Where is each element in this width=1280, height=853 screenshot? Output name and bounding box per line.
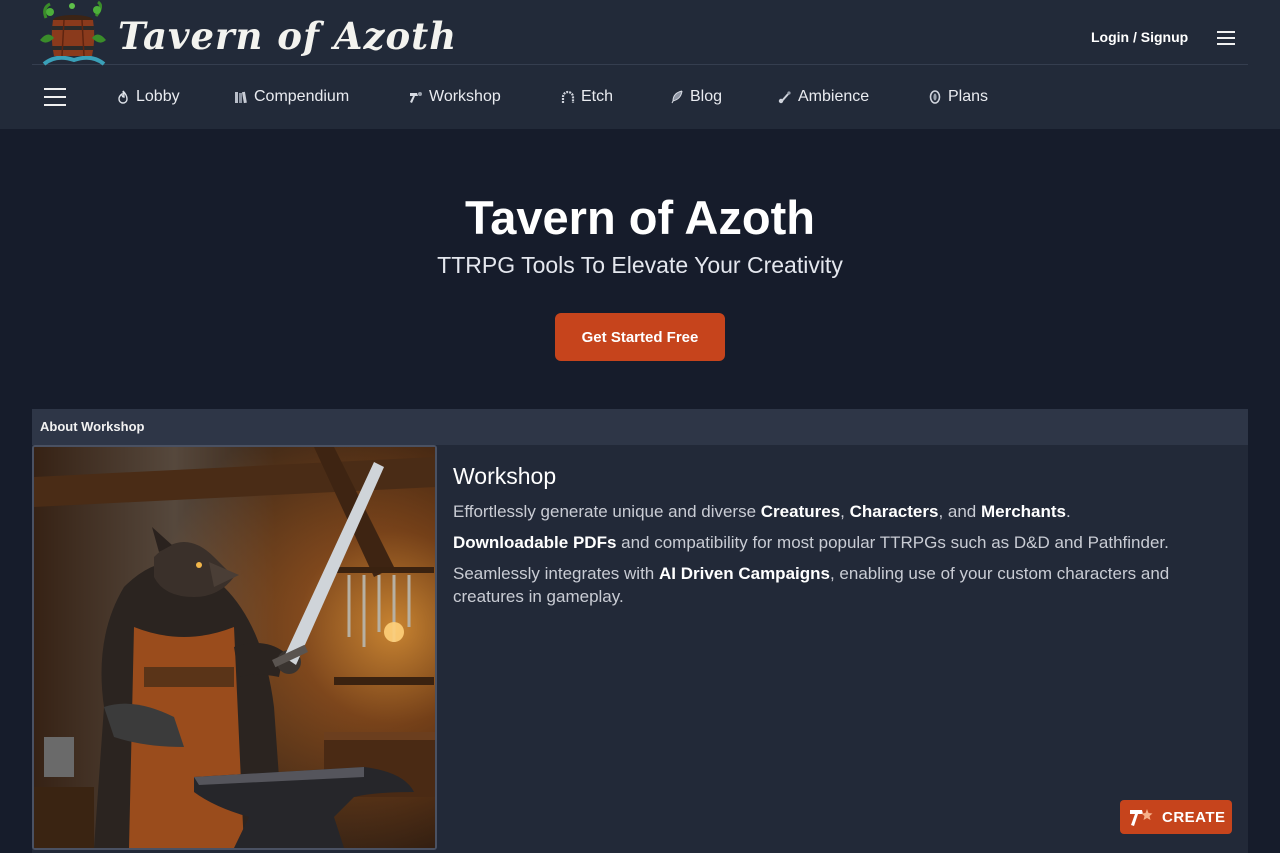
text-span: , [840,502,850,521]
create-label: CREATE [1162,808,1226,826]
arch-icon [561,90,575,103]
nav-item-label: Plans [948,88,989,105]
music-icon [778,91,791,104]
about-header-label: About Workshop [40,419,145,434]
create-button[interactable]: CREATE [1120,800,1232,834]
site-header: Tavern of Azoth Login / Signup Lobby Com… [0,0,1280,129]
nav-item-compendium[interactable]: Compendium [234,86,349,108]
text-span: Seamlessly integrates with [453,564,659,583]
about-copy: Workshop Effortlessly generate unique an… [453,463,1223,616]
highlight-campaigns: AI Driven Campaigns [658,564,830,583]
get-started-button[interactable]: Get Started Free [555,313,725,361]
nav-item-label: Workshop [429,88,501,105]
nav-item-label: Etch [581,88,614,105]
about-paragraph-2: Downloadable PDFs and compatibility for … [453,531,1223,554]
books-icon [235,91,247,104]
text-span: . [1066,502,1071,521]
highlight-pdfs: Downloadable PDFs [453,533,617,552]
workshop-illustration [32,445,437,850]
text-span: Effortlessly generate unique and diverse [453,502,761,521]
barrel-logo-icon[interactable] [34,0,112,70]
nav-item-ambience[interactable]: Ambience [778,86,869,108]
about-title: Workshop [453,463,557,489]
nav-item-lobby[interactable]: Lobby [116,86,180,108]
nav-item-workshop[interactable]: Workshop [409,86,501,108]
text-span: and compatibility for most popular TTRPG… [616,533,1169,552]
text-span: , and [938,502,981,521]
nav-item-plans[interactable]: Plans [928,86,988,108]
hamburger-menu-icon[interactable] [1217,29,1237,47]
nav-item-etch[interactable]: Etch [561,86,613,108]
coin-icon [929,90,941,104]
hero-title: Tavern of Azoth [465,191,815,244]
nav-item-label: Ambience [798,88,870,105]
hammer-spark-icon [1130,809,1153,826]
login-signup-link[interactable]: Login / Signup [1091,29,1188,45]
about-header: About Workshop [32,409,1248,445]
top-bar: Tavern of Azoth Login / Signup [32,0,1248,66]
hammer-icon [410,92,422,103]
highlight-merchants: Merchants [980,502,1067,521]
hero-subtitle: TTRPG Tools To Elevate Your Creativity [437,252,843,278]
main-nav: Lobby Compendium Workshop Etch Blog Ambi… [0,65,1280,129]
about-paragraph-3: Seamlessly integrates with AI Driven Cam… [453,562,1223,608]
flame-icon [118,90,128,104]
nav-menu-icon[interactable] [44,87,66,107]
highlight-creatures: Creatures [760,502,841,521]
nav-item-label: Compendium [254,88,350,105]
nav-item-label: Lobby [136,88,180,105]
about-paragraph-1: Effortlessly generate unique and diverse… [453,500,1223,523]
about-workshop-panel: About Workshop Workshop Effortlessly gen… [32,409,1248,853]
werewolf-blacksmith-image [34,447,435,848]
feather-icon [671,90,683,104]
brand-name[interactable]: Tavern of Azoth [118,14,457,58]
highlight-characters: Characters [849,502,939,521]
nav-item-label: Blog [690,88,723,105]
nav-item-blog[interactable]: Blog [670,86,722,108]
